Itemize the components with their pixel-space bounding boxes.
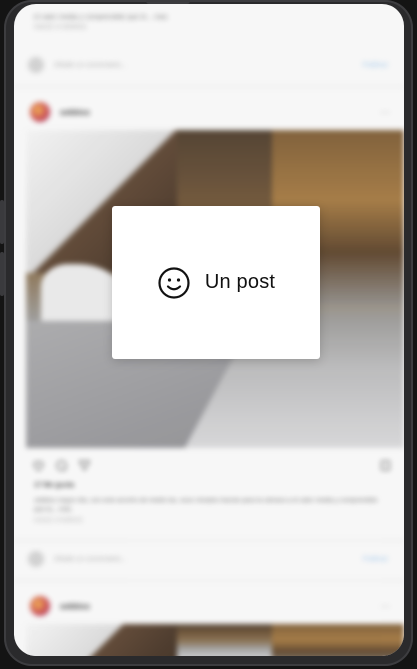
avatar [28, 57, 44, 73]
timestamp: HACE 3 HORAS [34, 517, 83, 524]
smiley-face-icon [157, 266, 191, 300]
post-username[interactable]: sebbiss [60, 108, 380, 117]
post-username[interactable]: sebbiss [60, 602, 380, 611]
modal-label[interactable]: Un post [205, 271, 275, 294]
avatar [28, 551, 44, 567]
comment-icon[interactable] [55, 459, 68, 472]
post-photo[interactable] [26, 624, 404, 656]
phone-screen: el calor media y comprendido que le... m… [14, 4, 404, 656]
avatar[interactable] [30, 596, 50, 616]
post-type-modal[interactable]: Un post [112, 206, 320, 359]
photo-tree [271, 624, 404, 656]
previous-post-caption: el calor media y comprendido que le... m… [34, 14, 374, 31]
share-icon[interactable] [78, 459, 91, 472]
avatar[interactable] [30, 102, 50, 122]
more-options-icon[interactable]: ··· [380, 107, 390, 118]
likes-count[interactable]: 17 Me gusta [34, 482, 74, 489]
timestamp: HACE 3 HORAS [34, 24, 87, 31]
publish-link[interactable]: Publicar [363, 556, 388, 563]
volume-button [0, 200, 4, 244]
comment-row[interactable]: Añade un comentario... Publicar [28, 548, 388, 570]
comment-input[interactable]: Añade un comentario... [54, 556, 363, 563]
bookmark-icon[interactable] [379, 459, 392, 472]
post-header: sebbiss ··· [30, 594, 390, 618]
publish-link[interactable]: Publicar [363, 62, 388, 69]
divider [14, 580, 404, 581]
comment-input[interactable]: Añade un comentario... [54, 62, 363, 69]
post-caption: sebbiss mayor día, con este arcoíris de … [34, 496, 389, 525]
photo-wall [26, 624, 178, 656]
heart-icon[interactable] [32, 459, 45, 472]
comment-row[interactable]: Añade un comentario... Publicar [28, 54, 388, 76]
post-header: sebbiss ··· [30, 100, 390, 124]
post-actions [32, 456, 392, 474]
volume-button-lower [0, 252, 4, 296]
divider [14, 86, 404, 87]
more-options-icon[interactable]: ··· [380, 601, 390, 612]
divider [14, 540, 404, 541]
